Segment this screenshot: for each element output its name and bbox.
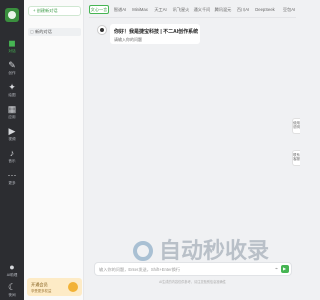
rail-item-label: 创作 bbox=[8, 71, 16, 75]
chat-input-placeholder: 输入你的问题，Enter发送，Shift+Enter换行 bbox=[99, 267, 181, 272]
more-icon: ⋯ bbox=[7, 170, 17, 180]
rail-item-label: 夜间 bbox=[8, 293, 16, 297]
grid-icon: ▦ bbox=[7, 104, 17, 114]
promo-subtitle: 享受更多权益 bbox=[31, 289, 52, 293]
video-icon: ▶ bbox=[8, 126, 16, 136]
chat-bubble-icon: ▢ bbox=[30, 29, 34, 34]
disclaimer-footer: AI生成的内容仅供参考，请注意甄别信息准确性 bbox=[159, 280, 226, 284]
history-item[interactable]: ▢ 新的对话 bbox=[28, 28, 81, 36]
app-logo[interactable] bbox=[5, 8, 19, 22]
chat-input[interactable]: 输入你的问题，Enter发送，Shift+Enter换行 ⌁ bbox=[94, 262, 292, 276]
bot-avatar bbox=[97, 25, 107, 35]
vip-badge-icon bbox=[68, 282, 78, 292]
watermark-text: 自动秒收录 bbox=[159, 238, 270, 263]
tab-model[interactable]: 天工AI bbox=[152, 5, 169, 14]
user-icon: ● bbox=[9, 262, 15, 272]
tab-model[interactable]: 讯飞星火 bbox=[172, 5, 190, 14]
rail-item-night-mode[interactable]: ☾ 夜间 bbox=[0, 280, 24, 300]
rail-item-more[interactable]: ⋯ 更多 bbox=[0, 168, 24, 190]
rail-item-label: AI助理 bbox=[6, 273, 18, 277]
rail-item-assistant[interactable]: ● AI助理 bbox=[0, 260, 24, 282]
rail-item-video[interactable]: ▶ 视频 bbox=[0, 124, 24, 146]
attach-icon[interactable]: ⌁ bbox=[275, 266, 278, 272]
rail-item-label: 音乐 bbox=[8, 159, 16, 163]
tabs-divider bbox=[89, 17, 296, 18]
chat-icon: ◼ bbox=[8, 38, 16, 48]
rail-item-label: 视频 bbox=[8, 137, 16, 141]
rail-item-music[interactable]: ♪ 音乐 bbox=[0, 146, 24, 168]
tab-model[interactable]: 百川AI bbox=[235, 5, 251, 14]
brush-icon: ✦ bbox=[8, 82, 16, 92]
tab-model[interactable]: 文心一言 bbox=[89, 5, 109, 14]
model-tabs: 文心一言 智谱AI MiniMax 天工AI 讯飞星火 通义千问 腾讯混元 百川… bbox=[89, 5, 300, 14]
rail-item-label: 绘图 bbox=[8, 93, 16, 97]
customer-service-button[interactable]: 联系客服 bbox=[292, 150, 300, 166]
history-item-label: 新的对话 bbox=[35, 29, 52, 34]
rail-item-chat[interactable]: ◼ 对话 bbox=[0, 36, 24, 58]
history-panel: + 创建新对话 ▢ 新的对话 开通会员 享受更多权益 bbox=[24, 0, 84, 300]
welcome-subtitle: 请输入你的问题 bbox=[114, 37, 142, 42]
tab-model[interactable]: 智谱AI bbox=[111, 5, 129, 14]
music-icon: ♪ bbox=[9, 148, 15, 158]
send-button[interactable] bbox=[281, 265, 289, 273]
rail-item-apps[interactable]: ▦ 应用 bbox=[0, 102, 24, 124]
welcome-title: 你好！我是捷宝科技 | 不二AI创作系统 bbox=[114, 29, 199, 35]
app-window: ◼ 对话 ✎ 创作 ✦ 绘图 ▦ 应用 ▶ 视频 ♪ 音乐 ⋯ 更多 ● AI助… bbox=[0, 0, 300, 300]
vip-promo-card[interactable]: 开通会员 享受更多权益 bbox=[27, 278, 82, 296]
moon-icon: ☾ bbox=[7, 282, 17, 292]
new-chat-button[interactable]: + 创建新对话 bbox=[28, 6, 81, 16]
rail-item-draw[interactable]: ✦ 绘图 bbox=[0, 80, 24, 102]
tab-model[interactable]: MiniMax bbox=[131, 5, 149, 14]
tab-model[interactable]: 通义千问 bbox=[193, 5, 211, 14]
rail-item-label: 应用 bbox=[8, 115, 16, 119]
pen-icon: ✎ bbox=[8, 60, 16, 70]
tab-model[interactable]: 豆包AI bbox=[279, 5, 299, 14]
watermark-logo-icon bbox=[133, 241, 153, 261]
left-rail: ◼ 对话 ✎ 创作 ✦ 绘图 ▦ 应用 ▶ 视频 ♪ 音乐 ⋯ 更多 ● AI助… bbox=[0, 0, 24, 300]
tab-model[interactable]: 腾讯混元 bbox=[214, 5, 232, 14]
rail-item-label: 更多 bbox=[8, 181, 16, 185]
chat-main: 文心一言 智谱AI MiniMax 天工AI 讯飞星火 通义千问 腾讯混元 百川… bbox=[85, 0, 300, 300]
rail-item-label: 对话 bbox=[8, 49, 16, 53]
rail-item-create[interactable]: ✎ 创作 bbox=[0, 58, 24, 80]
welcome-message: 你好！我是捷宝科技 | 不二AI创作系统 请输入你的问题 bbox=[110, 24, 200, 44]
usage-guide-button[interactable]: 使用说明 bbox=[292, 118, 300, 134]
tab-model[interactable]: DeepSeek bbox=[254, 5, 276, 14]
